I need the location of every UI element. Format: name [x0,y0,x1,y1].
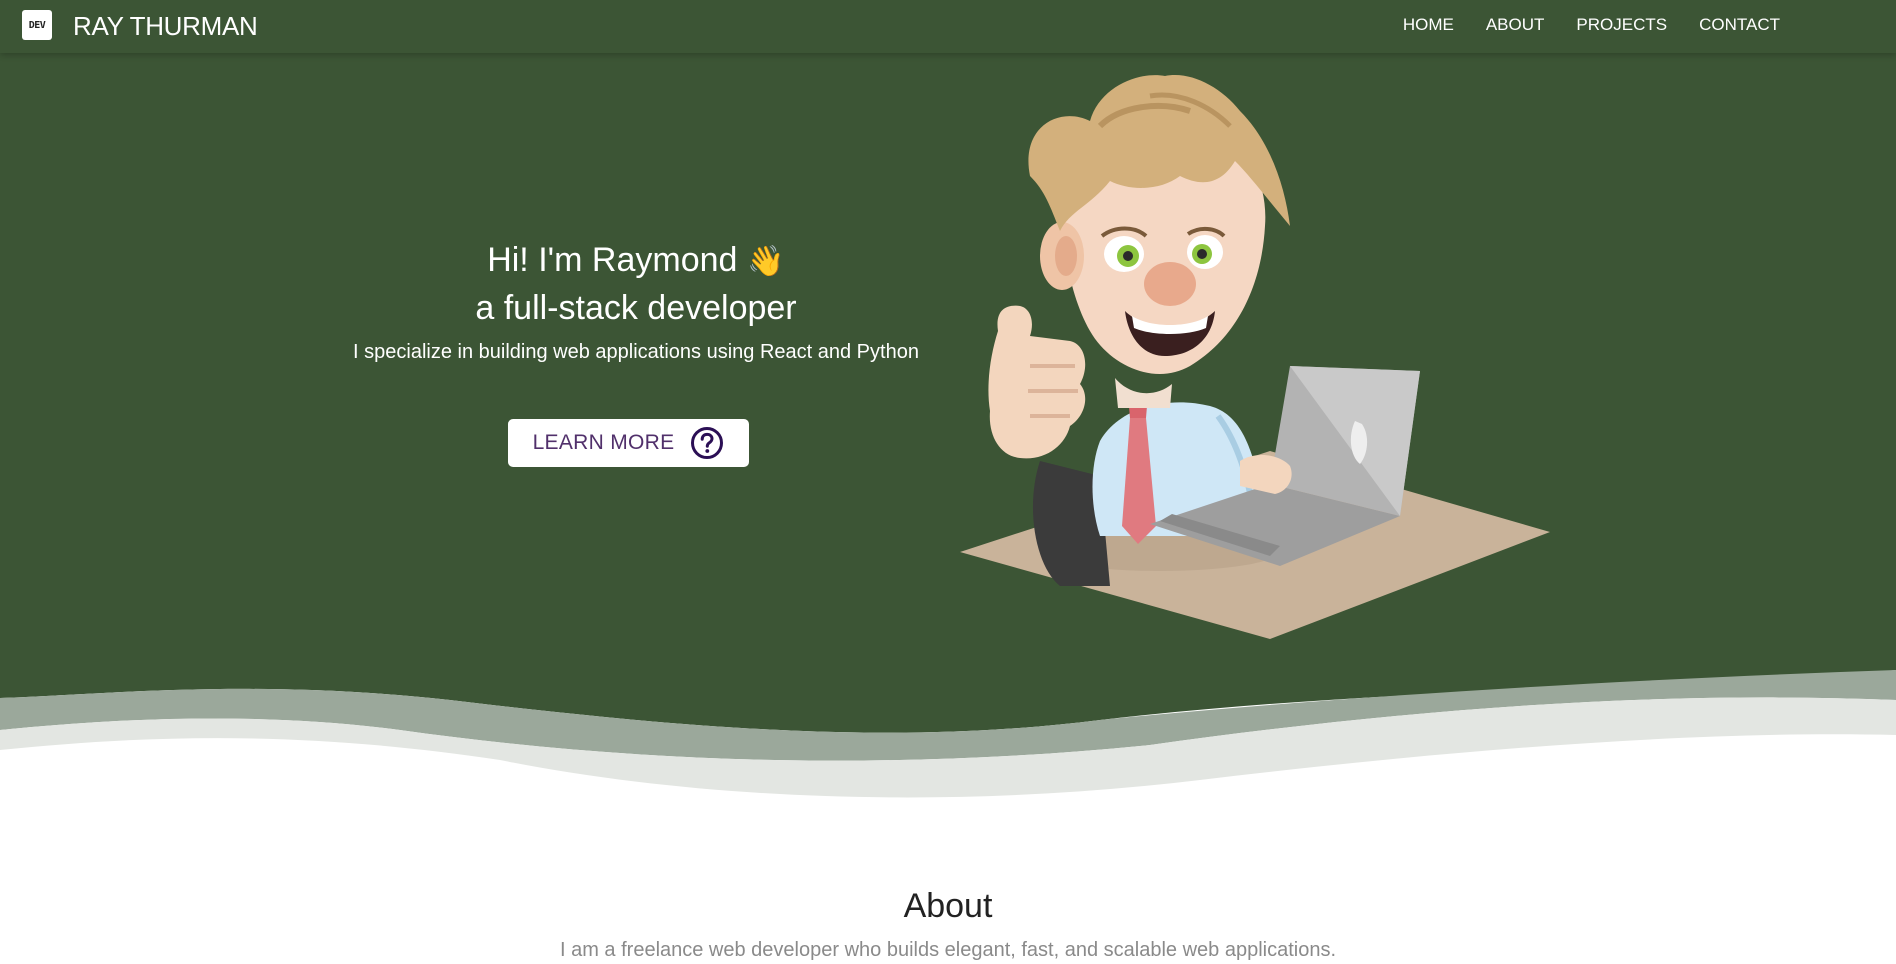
hero-subtitle: I specialize in building web application… [353,341,919,363]
hero-role: a full-stack developer [475,289,797,327]
developer-illustration [960,75,1550,639]
waving-hand-icon: 👋 [747,245,785,278]
hero-text: Hi! I'm Raymond 👋 a full-stack developer … [336,237,936,367]
brand-name[interactable]: RAY THURMAN [73,10,258,42]
hero-greeting: Hi! I'm Raymond 👋 [336,237,936,285]
navbar: DEV RAY THURMAN HOME ABOUT PROJECTS CONT… [0,0,1896,53]
about-title: About [903,887,993,925]
hero-greeting-text: Hi! I'm Raymond [487,241,738,279]
about-text: I am a freelance web developer who build… [559,939,1337,961]
wave-divider [0,640,1896,810]
nav-link-contact[interactable]: CONTACT [1699,14,1780,36]
question-circle-icon [691,427,724,459]
learn-more-label: LEARN MORE [532,431,675,454]
nav-link-about[interactable]: ABOUT [1486,14,1545,36]
nav-link-projects[interactable]: PROJECTS [1576,14,1667,36]
nav-link-home[interactable]: HOME [1403,14,1454,36]
nav-links: HOME ABOUT PROJECTS CONTACT [1403,14,1780,36]
dev-logo-icon[interactable]: DEV [22,10,52,40]
learn-more-button[interactable]: LEARN MORE [508,419,749,467]
